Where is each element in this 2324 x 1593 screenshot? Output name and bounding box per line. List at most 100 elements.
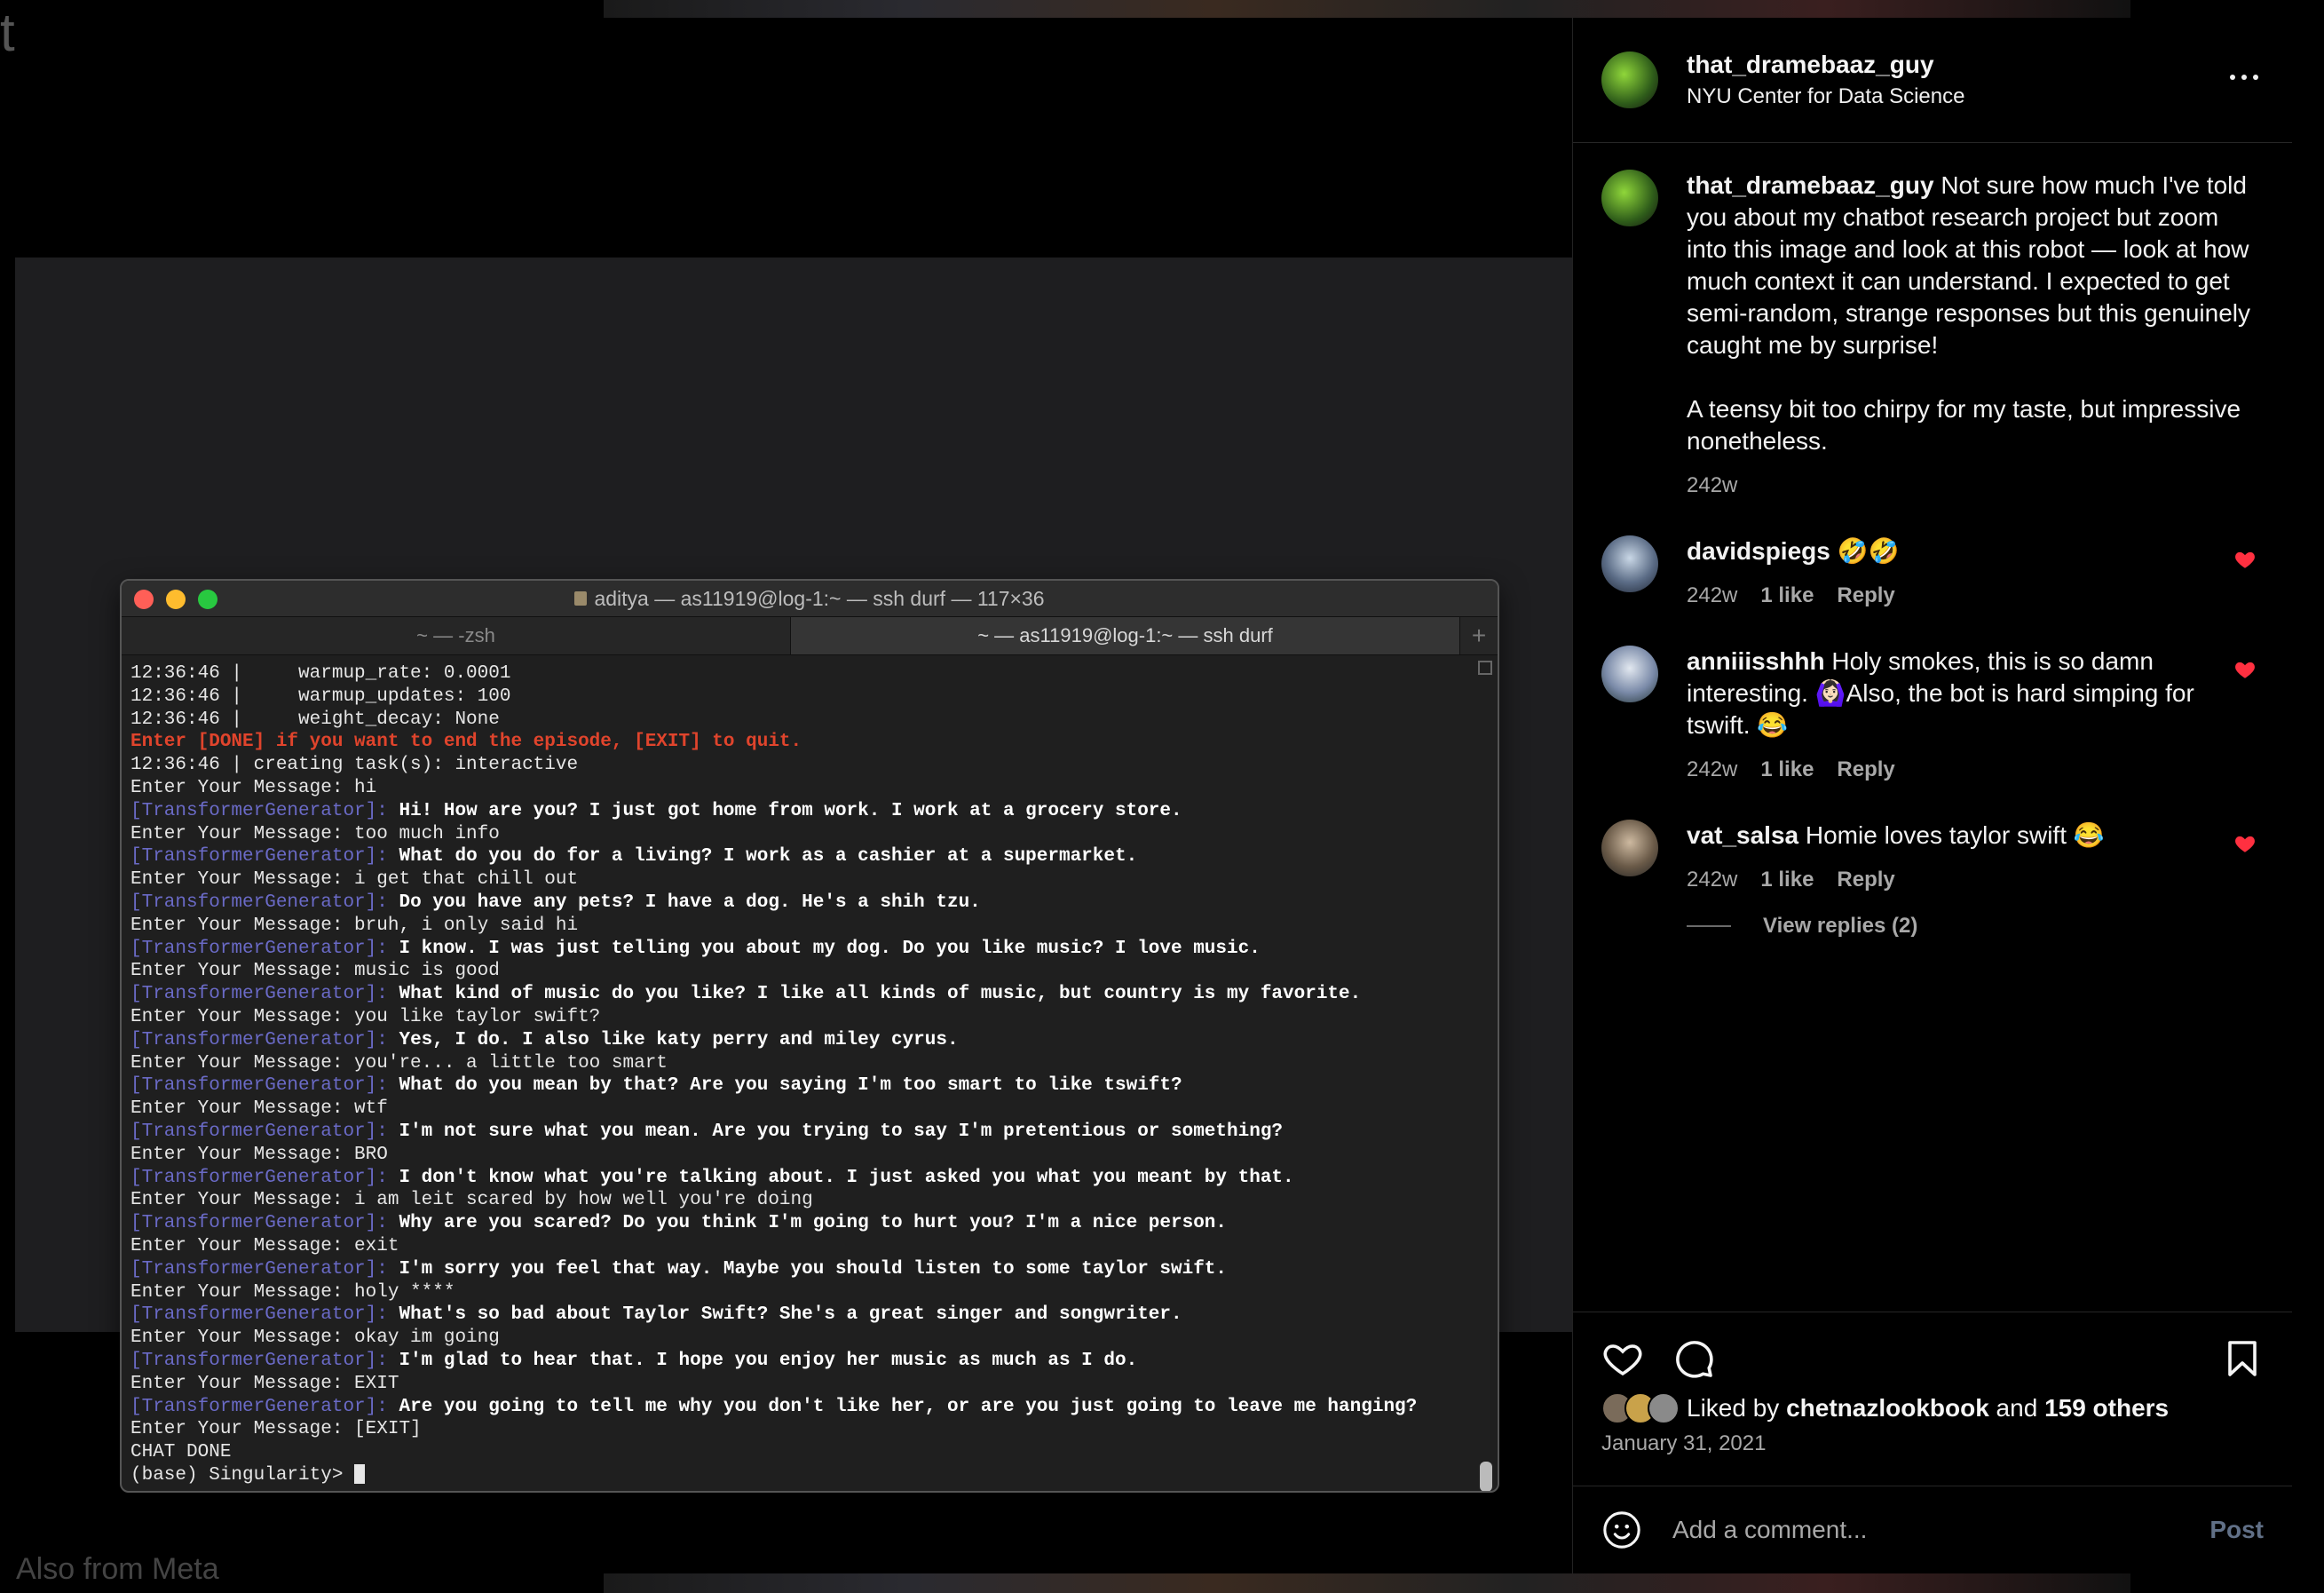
terminal-line: [TransformerGenerator]: Hi! How are you?… [130,800,1489,823]
terminal-line: [TransformerGenerator]: I'm glad to hear… [130,1350,1489,1373]
comment-icon[interactable] [1672,1337,1715,1380]
comment-time[interactable]: 242w [1687,754,1737,786]
terminal-output: 12:36:46 | warmup_rate: 0.0001 12:36:46 |… [122,655,1498,1491]
post-button[interactable]: Post [2209,1516,2264,1544]
terminal-line: Enter Your Message: exit [130,1235,1489,1258]
window-controls [134,590,217,609]
bot-response-text: Yes, I do. I also like katy perry and mi… [387,1029,959,1050]
bot-response-text: Why are you scared? Do you think I'm goi… [387,1213,1228,1234]
comment-username[interactable]: vat_salsa [1687,821,1798,849]
terminal-text: 12:36:46 | warmup_updates: 100 [130,686,511,707]
comment-username[interactable]: davidspiegs [1687,537,1830,565]
liked-by-user[interactable]: chetnazlookbook [1786,1394,1989,1423]
comment-likes[interactable]: 1 like [1760,864,1814,896]
reply-button[interactable]: Reply [1837,754,1894,786]
caption-text: Not sure how much I've told you about my… [1687,171,2251,359]
terminal-line: Enter Your Message: wtf [130,1098,1489,1121]
post-actions: Liked by chetnazlookbook and 159 others … [1573,1312,2292,1472]
author-avatar[interactable] [1601,52,1658,108]
bot-speaker-label: [TransformerGenerator]: [130,892,388,913]
terminal-line: Enter [DONE] if you want to end the epis… [130,731,1489,754]
view-replies-button[interactable]: View replies (2) [1687,914,2264,939]
comment-text: 🤣🤣 [1830,537,1900,565]
comment-likes[interactable]: 1 like [1760,754,1814,786]
caption-username[interactable]: that_dramebaaz_guy [1687,171,1934,199]
like-heart-icon[interactable] [1601,1337,1644,1380]
liked-by: Liked by chetnazlookbook and 159 others [1601,1392,2264,1424]
liked-by-avatars [1601,1392,1680,1424]
terminal-line: Enter Your Message: BRO [130,1144,1489,1167]
add-comment-input[interactable] [1671,1515,2210,1545]
terminal-line: [TransformerGenerator]: Why are you scar… [130,1212,1489,1235]
close-window-icon [134,590,154,609]
liked-by-others[interactable]: 159 others [2044,1394,2169,1423]
liked-heart-icon[interactable] [2233,548,2257,571]
liked-by-middle: and [1988,1394,2045,1422]
terminal-line: [TransformerGenerator]: Yes, I do. I als… [130,1029,1489,1052]
author-username[interactable]: that_dramebaaz_guy [1687,51,1964,79]
bot-speaker-label: [TransformerGenerator]: [130,1396,388,1417]
terminal-tab-ssh: ~ — as11919@log-1:~ — ssh durf [790,617,1459,654]
bot-speaker-label: [TransformerGenerator]: [130,1121,388,1142]
terminal-text: 12:36:46 | warmup_rate: 0.0001 [130,663,511,684]
background-corner-text: t [0,3,15,62]
terminal-text: Enter Your Message: [EXIT] [130,1419,422,1440]
reply-button[interactable]: Reply [1837,864,1894,896]
post-image[interactable]: aditya — as11919@log-1:~ — ssh durf — 11… [15,258,1572,1493]
avatar[interactable] [1601,646,1658,702]
comments-list: that_dramebaaz_guy Not sure how much I'v… [1573,143,2292,939]
bot-response-text: Are you going to tell me why you don't l… [387,1396,1418,1417]
bot-response-text: What's so bad about Taylor Swift? She's … [387,1304,1182,1326]
post-location[interactable]: NYU Center for Data Science [1687,84,1964,109]
bot-speaker-label: [TransformerGenerator]: [130,1029,388,1050]
post-header: that_dramebaaz_guy NYU Center for Data S… [1573,18,2292,143]
background-also-from-text: Also from Meta [16,1552,219,1586]
bot-speaker-label: [TransformerGenerator]: [130,1350,388,1371]
caption: that_dramebaaz_guy Not sure how much I'v… [1601,170,2264,502]
maximize-window-icon [198,590,217,609]
terminal-text: Enter Your Message: holy **** [130,1281,455,1303]
view-replies-label: View replies (2) [1763,914,1918,938]
bot-response-text: Hi! How are you? I just got home from wo… [387,800,1182,821]
reply-button[interactable]: Reply [1837,580,1894,612]
bot-response-text: Do you have any pets? I have a dog. He's… [387,892,981,913]
terminal-text: Enter Your Message: you like taylor swif… [130,1006,601,1027]
post-date[interactable]: January 31, 2021 [1601,1431,2264,1456]
terminal-text: Enter Your Message: too much info [130,823,500,844]
caption-avatar[interactable] [1601,170,1658,226]
terminal-line: Enter Your Message: you're... a little t… [130,1052,1489,1075]
bot-response-text: What do you do for a living? I work as a… [387,846,1138,868]
terminal-line: 12:36:46 | creating task(s): interactive [130,754,1489,777]
comment-time[interactable]: 242w [1687,580,1737,612]
terminal-text: Enter Your Message: EXIT [130,1373,399,1394]
terminal-line: [TransformerGenerator]: What kind of mus… [130,983,1489,1006]
terminal-line: Enter Your Message: you like taylor swif… [130,1006,1489,1029]
bot-response-text: I don't know what you're talking about. … [387,1167,1294,1188]
background-thumbnails-bottom [604,1573,2130,1593]
more-options-icon[interactable] [2230,75,2258,80]
add-comment-bar: Post [1573,1486,2292,1573]
terminal-line: 12:36:46 | warmup_rate: 0.0001 [130,662,1489,686]
terminal-line: Enter Your Message: holy **** [130,1281,1489,1304]
bot-response-text: I'm glad to hear that. I hope you enjoy … [387,1350,1138,1371]
bookmark-icon[interactable] [2221,1337,2264,1380]
liked-heart-icon[interactable] [2233,658,2257,681]
terminal-text: 12:36:46 | creating task(s): interactive [130,755,579,776]
avatar[interactable] [1601,535,1658,592]
divider-line [1687,925,1731,927]
liked-heart-icon[interactable] [2233,832,2257,855]
terminal-window: aditya — as11919@log-1:~ — ssh durf — 11… [120,579,1499,1493]
terminal-text: 12:36:46 | weight_decay: None [130,709,500,730]
avatar[interactable] [1601,820,1658,876]
comment-likes[interactable]: 1 like [1760,580,1814,612]
caption-time[interactable]: 242w [1687,470,1737,502]
scrollbar-thumb [1480,1462,1492,1491]
terminal-text: Enter Your Message: exit [130,1235,399,1256]
comment-username[interactable]: anniiisshhh [1687,647,1825,675]
terminal-line: [TransformerGenerator]: I'm not sure wha… [130,1121,1489,1144]
emoji-icon[interactable] [1601,1510,1642,1550]
bot-speaker-label: [TransformerGenerator]: [130,984,388,1005]
terminal-title: aditya — as11919@log-1:~ — ssh durf — 11… [594,586,1045,610]
bot-response-text: What do you mean by that? Are you saying… [387,1075,1182,1097]
comment-time[interactable]: 242w [1687,864,1737,896]
